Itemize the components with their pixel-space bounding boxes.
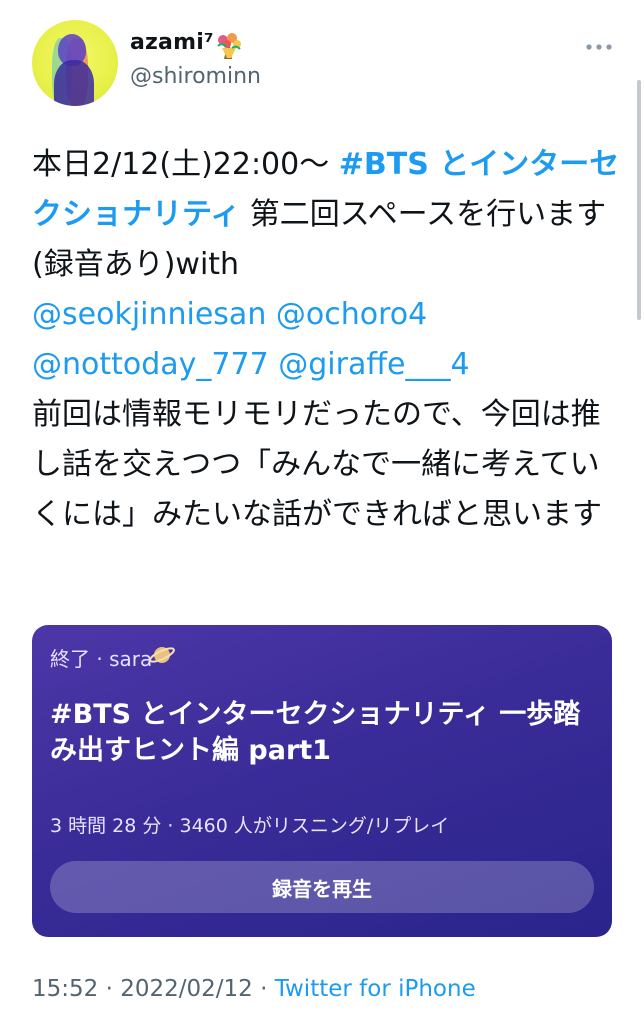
space-stats: 3 時間 28 分 · 3460 人がリスニング/リプレイ bbox=[50, 815, 450, 837]
tweet-time: 15:52 bbox=[32, 976, 99, 1002]
user-handle[interactable]: @shirominn bbox=[130, 64, 261, 89]
more-horizontal-icon[interactable] bbox=[584, 38, 614, 56]
play-recording-button[interactable]: 録音を再生 bbox=[50, 861, 594, 913]
tweet-date: 2022/02/12 bbox=[120, 976, 253, 1002]
scrollbar[interactable] bbox=[637, 80, 641, 320]
mention-link[interactable]: @giraffe___4 bbox=[278, 347, 469, 382]
space-title: #BTS とインターセクショナリティ 一歩踏み出すヒント編 part1 bbox=[50, 699, 581, 766]
space-card[interactable]: 終了 · sara #BTS とインターセクショナリティ 一歩踏み出すヒント編 … bbox=[32, 625, 612, 937]
tweet-date-prefix: 本日2/12(土)22:00～ bbox=[32, 147, 330, 182]
planet-icon bbox=[149, 647, 175, 663]
mention-link[interactable]: @seokjinniesan bbox=[32, 297, 266, 332]
tweet-source-link[interactable]: Twitter for iPhone bbox=[275, 976, 476, 1002]
avatar[interactable] bbox=[32, 20, 118, 106]
mention-link[interactable]: @ochoro4 bbox=[276, 297, 427, 332]
bouquet-icon bbox=[217, 33, 241, 59]
space-status: 終了 · sara bbox=[50, 647, 153, 671]
display-name[interactable]: azami⁷ bbox=[130, 30, 214, 55]
meta-separator: · bbox=[98, 976, 121, 1002]
tweet-text: 本日2/12(土)22:00～ #BTS とインターセクショナリティ 第二回スペ… bbox=[32, 140, 622, 540]
mention-link[interactable]: @nottoday_777 bbox=[32, 347, 269, 382]
tweet-meta: 15:52 · 2022/02/12 · Twitter for iPhone bbox=[32, 976, 476, 1002]
tweet-body: 前回は情報モリモリだったので、今回は推し話を交えつつ「みんなで一緒に考えていくに… bbox=[32, 397, 602, 532]
meta-separator: · bbox=[252, 976, 275, 1002]
